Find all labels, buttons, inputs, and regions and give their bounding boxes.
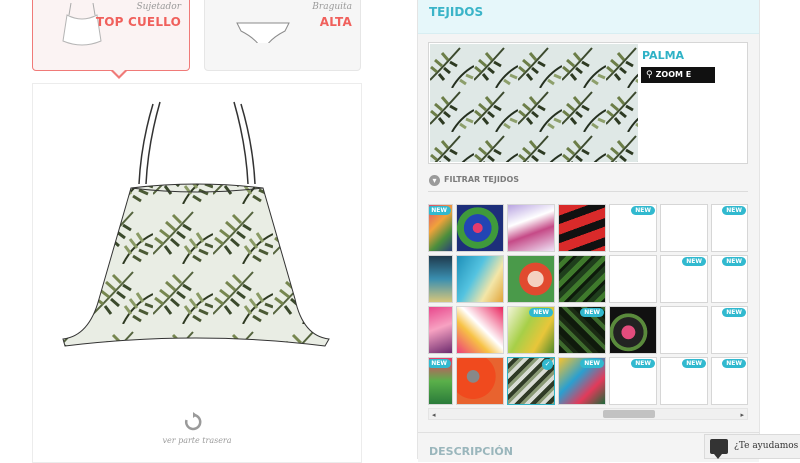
view-back-link[interactable]: ver parte trasera	[33, 436, 361, 445]
chat-bubble-icon	[710, 439, 728, 459]
fabric-grid-scrollbar[interactable]: ◂ ▸	[428, 408, 748, 420]
fabric-swatch[interactable]: NEW	[711, 255, 748, 303]
fabric-swatch[interactable]	[428, 306, 453, 354]
new-badge: NEW	[682, 257, 706, 266]
piece-caption: Braguita	[312, 2, 352, 12]
description-title: DESCRIPCIÓN	[429, 445, 513, 458]
new-badge: NEW	[631, 206, 655, 215]
scrollbar-thumb[interactable]	[603, 410, 655, 418]
new-badge: NEW	[722, 206, 746, 215]
fabric-swatch[interactable]	[507, 204, 555, 252]
fabric-swatch[interactable]	[558, 255, 606, 303]
fabric-swatch[interactable]	[456, 204, 504, 252]
fabrics-header: TEJIDOS	[418, 0, 759, 34]
new-badge: NEW	[429, 359, 451, 368]
fabric-swatch[interactable]	[609, 306, 657, 354]
fabric-swatch[interactable]: ✓	[507, 357, 555, 405]
fabric-swatch[interactable]: NEW	[711, 357, 748, 405]
fabric-swatch[interactable]: NEW	[609, 357, 657, 405]
new-badge: NEW	[722, 257, 746, 266]
fabric-swatch[interactable]	[609, 255, 657, 303]
new-badge: NEW	[529, 308, 553, 317]
high-waist-bottom-icon	[236, 22, 290, 43]
help-label: ¿Te ayudamos	[734, 441, 799, 451]
selected-fabric-name: PALMA	[642, 49, 685, 62]
fabric-swatch[interactable]	[456, 306, 504, 354]
piece-value: ALTA	[319, 15, 352, 29]
selected-fabric-swatch	[430, 44, 638, 162]
fabric-swatch[interactable]: NEW	[609, 204, 657, 252]
fabric-swatch[interactable]	[428, 255, 453, 303]
new-badge: NEW	[429, 206, 451, 215]
selected-check-icon: ✓	[542, 359, 553, 370]
new-badge: NEW	[580, 359, 604, 368]
fabric-swatch[interactable]	[456, 255, 504, 303]
filter-fabrics-toggle[interactable]: ▾ FILTRAR TEJIDOS	[428, 174, 748, 192]
fabric-swatch[interactable]	[660, 204, 708, 252]
piece-caption: Sujetador	[136, 2, 181, 12]
new-badge: NEW	[631, 359, 655, 368]
fabric-swatch[interactable]: NEW	[428, 204, 453, 252]
piece-card-top[interactable]: Sujetador TOP CUELLO	[32, 0, 190, 71]
fabric-swatch[interactable]: NEW	[558, 306, 606, 354]
fabric-swatch[interactable]	[558, 204, 606, 252]
fabrics-title: TEJIDOS	[429, 5, 484, 19]
fabric-swatch[interactable]: NEW	[711, 306, 748, 354]
fabric-swatch-grid: NEW NEW NEW NEW NEW NEW NEW NEW NEW ✓ NE…	[428, 204, 748, 406]
fabric-swatch[interactable]: NEW	[558, 357, 606, 405]
help-chat-button[interactable]: ¿Te ayudamos	[704, 434, 800, 459]
fabric-swatch[interactable]	[660, 306, 708, 354]
scroll-right-icon[interactable]: ▸	[740, 411, 744, 419]
zoom-info-button[interactable]: ⚲ ZOOM E INFO	[641, 67, 715, 95]
new-badge: NEW	[722, 359, 746, 368]
new-badge: NEW	[722, 308, 746, 317]
new-badge: NEW	[682, 359, 706, 368]
rotate-icon[interactable]	[183, 412, 203, 432]
fabric-swatch[interactable]: NEW	[660, 255, 708, 303]
fabric-swatch[interactable]: NEW	[428, 357, 453, 405]
magnifier-icon: ⚲	[646, 70, 653, 80]
fabric-swatch[interactable]: NEW	[711, 204, 748, 252]
filter-fabrics-label: FILTRAR TEJIDOS	[444, 175, 520, 184]
fabric-swatch[interactable]	[507, 255, 555, 303]
selected-fabric-box: PALMA ⚲ ZOOM E INFO	[428, 42, 748, 164]
fabric-swatch[interactable]: NEW	[660, 357, 708, 405]
fabric-swatch[interactable]: NEW	[507, 306, 555, 354]
garment-preview: ver parte trasera	[32, 83, 362, 463]
chevron-down-icon: ▾	[429, 175, 440, 186]
scroll-left-icon[interactable]: ◂	[432, 411, 436, 419]
fabrics-panel: TEJIDOS PALMA ⚲ ZOOM E INFO ▾ FILTRAR TEJ…	[417, 0, 760, 462]
piece-value: TOP CUELLO	[95, 15, 181, 29]
new-badge: NEW	[580, 308, 604, 317]
fabric-swatch[interactable]	[456, 357, 504, 405]
piece-card-bottom[interactable]: Braguita ALTA	[204, 0, 361, 71]
halter-top-icon	[62, 3, 102, 46]
garment-image	[62, 101, 330, 347]
